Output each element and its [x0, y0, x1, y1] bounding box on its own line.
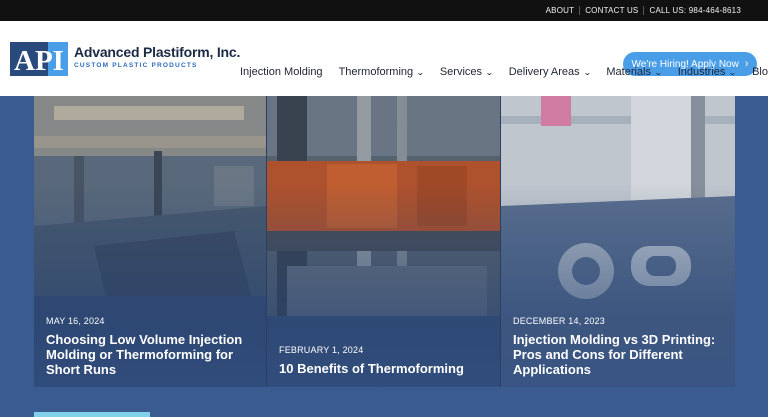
- post-date: MAY 16, 2024: [46, 316, 105, 326]
- api-logo-mark: API: [10, 42, 68, 77]
- chevron-down-icon: ⌄: [485, 67, 494, 77]
- logo-letters: API: [14, 45, 64, 76]
- nav-delivery-areas[interactable]: Delivery Areas ⌄: [509, 66, 592, 78]
- blog-post-grid: MAY 16, 2024 Choosing Low Volume Injecti…: [34, 96, 735, 387]
- about-link[interactable]: ABOUT: [541, 6, 580, 15]
- post-title[interactable]: 10 Benefits of Thermoforming: [279, 361, 484, 376]
- section-accent-bar: [34, 412, 150, 417]
- call-us-link[interactable]: CALL US: 984-464-8613: [643, 6, 746, 15]
- nav-blog[interactable]: Blog: [752, 66, 768, 78]
- logo-subtitle: CUSTOM PLASTIC PRODUCTS: [74, 62, 198, 69]
- nav-services[interactable]: Services ⌄: [440, 66, 494, 78]
- nav-injection-molding[interactable]: Injection Molding: [240, 66, 323, 78]
- site-logo[interactable]: API Advanced Plastiform, Inc. CUSTOM PLA…: [10, 42, 241, 77]
- post-title[interactable]: Injection Molding vs 3D Printing: Pros a…: [513, 332, 723, 377]
- blog-card[interactable]: DECEMBER 14, 2023 Injection Molding vs 3…: [501, 96, 735, 387]
- chevron-down-icon: ⌄: [728, 67, 738, 77]
- site-header: API Advanced Plastiform, Inc. CUSTOM PLA…: [0, 21, 768, 96]
- post-date: FEBRUARY 1, 2024: [279, 345, 364, 355]
- post-date: DECEMBER 14, 2023: [513, 316, 605, 326]
- blog-card[interactable]: FEBRUARY 1, 2024 10 Benefits of Thermofo…: [267, 96, 501, 387]
- chevron-down-icon: ⌄: [653, 67, 663, 77]
- chevron-down-icon: ⌄: [416, 67, 425, 77]
- nav-industries[interactable]: Industries ⌄: [678, 66, 738, 78]
- nav-thermoforming[interactable]: Thermoforming ⌄: [339, 66, 425, 78]
- utility-bar: ABOUT CONTACT US CALL US: 984-464-8613: [0, 0, 768, 21]
- logo-title: Advanced Plastiform, Inc.: [74, 44, 241, 60]
- nav-materials[interactable]: Materials ⌄: [606, 66, 663, 78]
- contact-us-link[interactable]: CONTACT US: [579, 6, 643, 15]
- main-nav: Injection Molding Thermoforming ⌄ Service…: [240, 66, 768, 78]
- blog-card[interactable]: MAY 16, 2024 Choosing Low Volume Injecti…: [34, 96, 267, 387]
- chevron-down-icon: ⌄: [582, 67, 592, 77]
- post-title[interactable]: Choosing Low Volume Injection Molding or…: [46, 332, 251, 377]
